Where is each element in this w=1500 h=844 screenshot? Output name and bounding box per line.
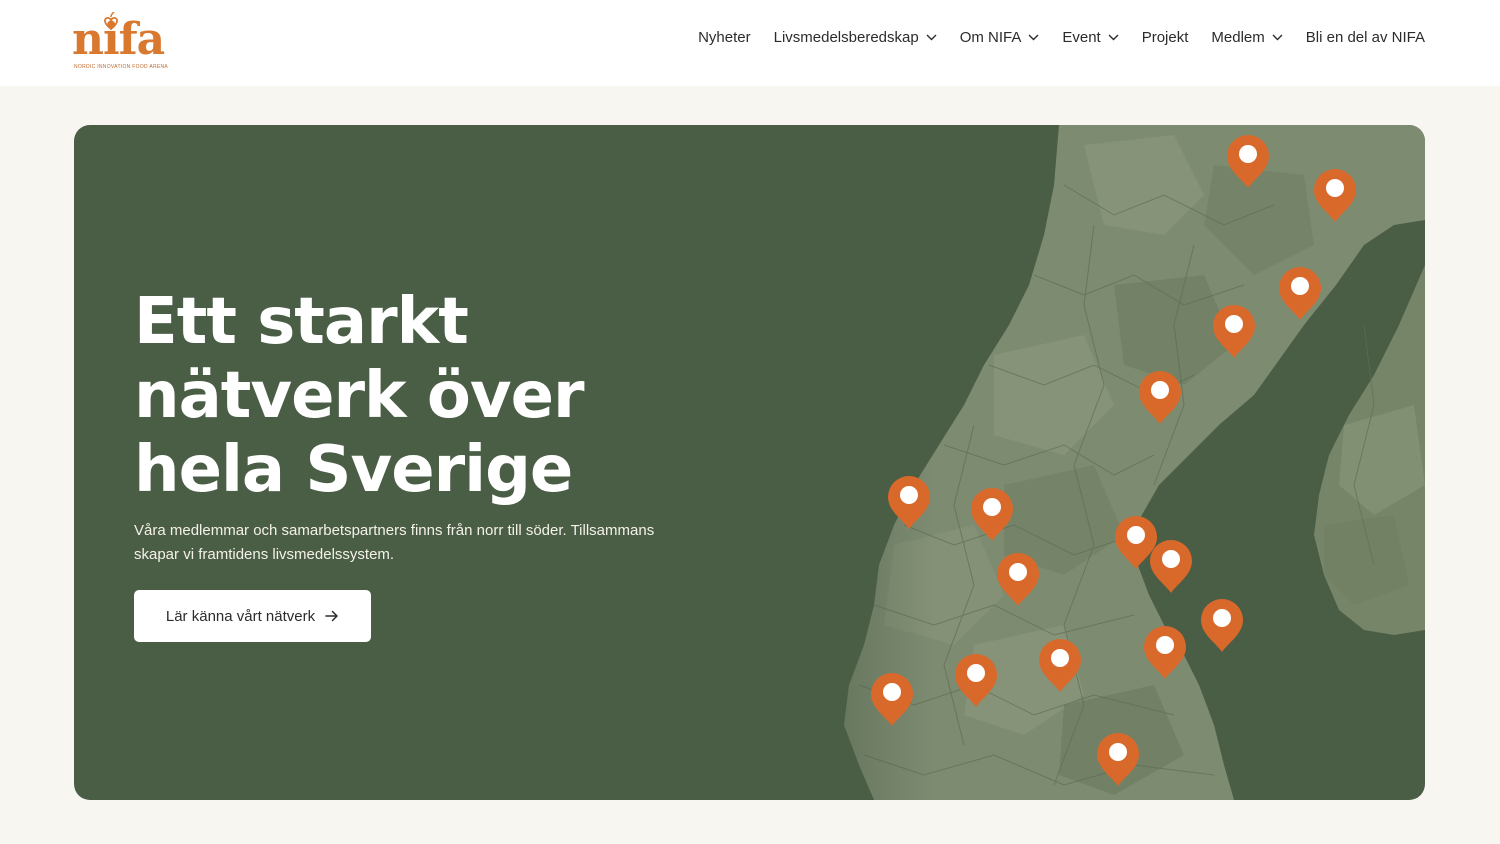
location-pin-icon[interactable] xyxy=(1150,540,1192,593)
nav-item-bli-en-del[interactable]: Bli en del av NIFA xyxy=(1306,29,1425,46)
nav-item-event[interactable]: Event xyxy=(1062,29,1119,46)
hero-description: Våra medlemmar och samarbetspartners fin… xyxy=(134,522,655,563)
chevron-down-icon xyxy=(1108,34,1119,41)
arrow-right-icon xyxy=(325,610,338,622)
site-header: nifa NORDIC INNOVATION FOOD ARENA Nyhete… xyxy=(0,0,1500,86)
network-cta-button[interactable]: Lär känna vårt nätverk xyxy=(134,590,371,642)
chevron-down-icon xyxy=(1272,34,1283,41)
chevron-down-icon xyxy=(926,34,937,41)
nav-item-projekt[interactable]: Projekt xyxy=(1142,29,1189,46)
nav-item-om-nifa[interactable]: Om NIFA xyxy=(960,29,1040,46)
logo-tagline: NORDIC INNOVATION FOOD ARENA xyxy=(74,64,169,70)
logo-wordmark: nifa xyxy=(72,14,165,65)
main-navigation: Nyheter Livsmedelsberedskap Om NIFA Even… xyxy=(698,29,1425,46)
nav-item-label: Om NIFA xyxy=(959,29,1022,46)
nav-item-nyheter[interactable]: Nyheter xyxy=(698,29,751,46)
chevron-down-icon xyxy=(1028,34,1039,41)
hero-title: Ett starkt nätverk över hela Sverige xyxy=(134,285,585,507)
nav-item-label: Medlem xyxy=(1211,29,1265,46)
nav-item-medlem[interactable]: Medlem xyxy=(1211,29,1283,46)
cta-label: Lär känna vårt nätverk xyxy=(165,607,316,625)
hero-banner: Ett starkt nätverk över hela Sverige Vår… xyxy=(74,125,1425,800)
nifa-logo[interactable]: nifa NORDIC INNOVATION FOOD ARENA xyxy=(72,12,172,74)
nav-item-label: Livsmedelsberedskap xyxy=(773,29,919,46)
nav-item-label: Bli en del av NIFA xyxy=(1305,29,1425,46)
nav-item-livsmedelsberedskap[interactable]: Livsmedelsberedskap xyxy=(774,29,937,46)
nav-item-label: Event xyxy=(1062,29,1101,46)
nav-item-label: Nyheter xyxy=(698,29,751,46)
location-pin-icon[interactable] xyxy=(1201,599,1243,652)
nav-item-label: Projekt xyxy=(1141,29,1189,46)
